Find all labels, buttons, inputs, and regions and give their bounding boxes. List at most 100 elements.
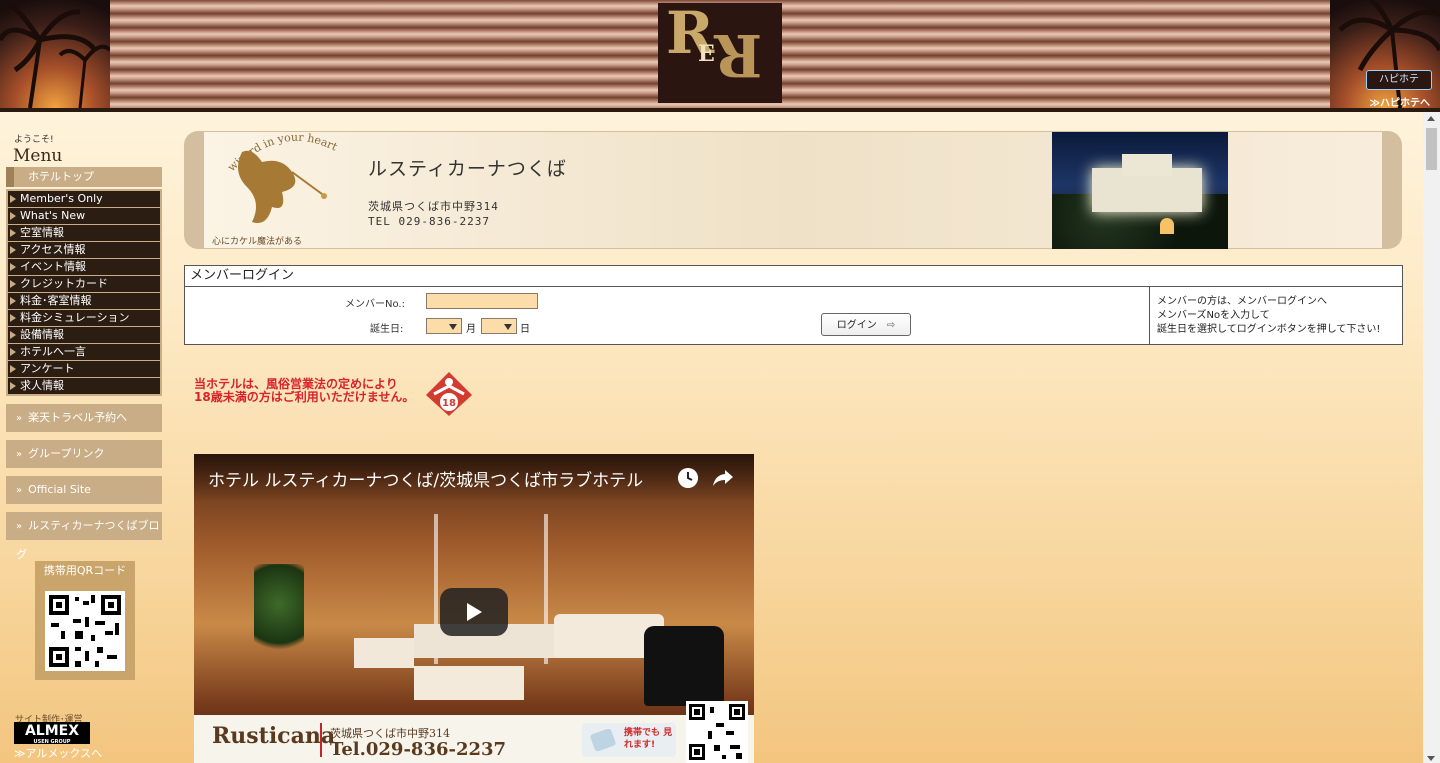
photo-building-top [1122, 154, 1172, 176]
scroll-down-icon[interactable] [1427, 756, 1435, 761]
sidebar-item-jobs[interactable]: 求人情報 [8, 378, 160, 394]
scroll-thumb[interactable] [1426, 128, 1437, 170]
hotel-tel: TEL 029-836-2237 [368, 215, 490, 228]
sidebar-item-label: 設備情報 [20, 328, 64, 341]
watch-later-icon[interactable] [678, 468, 698, 488]
login-note-line: メンバーズNoを入力して [1157, 310, 1270, 321]
blog-label: ルスティカーナつくばブログ [16, 519, 160, 561]
member-login-box: メンバーログイン メンバーNo.: 誕生日: 月 日 ログイン ⇨ メンバーの方は… [184, 265, 1403, 345]
sidebar-item-rooms[interactable]: 料金･客室情報 [8, 293, 160, 310]
sidebar-item-members-only[interactable]: Member's Only [8, 191, 160, 208]
play-button[interactable] [440, 588, 508, 636]
almex-logo-sub: USEN GROUP [33, 739, 71, 745]
palm-tree-right-icon [1338, 0, 1440, 108]
member-no-label: メンバーNo.: [345, 299, 405, 310]
arrow-right-icon [10, 348, 16, 356]
video-footer-tel: Tel.029-836-2237 [330, 739, 507, 760]
sidebar-hotel-top[interactable]: ホテルトップ [6, 167, 162, 187]
rakuten-travel-button[interactable]: » 楽天トラベル予約へ [6, 404, 162, 432]
login-note-line: 誕生日を選択してログインボタンを押して下さい! [1157, 324, 1381, 335]
double-chevron-icon: » [16, 485, 23, 496]
sidebar-item-message[interactable]: ホテルへ一言 [8, 344, 160, 361]
sidebar-item-label: クレジットカード [20, 277, 108, 290]
dropdown-arrow-icon [449, 324, 457, 330]
qr-label: 携帯用QRコード [43, 564, 127, 577]
logo-caption: 心にカケル魔法がある [212, 237, 303, 247]
double-chevron-icon: » [16, 413, 23, 424]
youtube-video-player[interactable]: ホテル ルスティカーナつくば/茨城県つくば市ラブホテル Rusticana 茨城… [194, 454, 754, 763]
double-chevron-icon: » [16, 521, 23, 532]
login-heading: メンバーログイン [185, 266, 1402, 287]
birthday-label: 誕生日: [370, 324, 404, 335]
arrow-right-icon [10, 229, 16, 237]
video-footer-banner: Rusticana 茨城県つくば市中野314 Tel.029-836-2237 … [194, 701, 754, 763]
page-scrollbar[interactable] [1423, 112, 1440, 763]
age-warning: 当ホテルは、風俗営業法の定めにより 18歳未満の方はご利用いただけません。 [194, 378, 414, 404]
arrow-right-icon: ⇨ [886, 320, 896, 331]
day-label: 日 [520, 324, 530, 335]
arrow-right-icon [10, 280, 16, 288]
happyhotel-link[interactable]: ≫ハピホテへ [1370, 94, 1430, 108]
member-no-input[interactable] [426, 293, 538, 309]
palm-tree-left-icon [0, 2, 110, 108]
sidebar-item-events[interactable]: イベント情報 [8, 259, 160, 276]
video-footer-mobile-text: 携帯でも 見れます! [624, 728, 673, 750]
official-site-button[interactable]: » Official Site [6, 476, 162, 504]
hotel-banner: wizard in your heart 心にカケル魔法がある ルスティカーナつ… [184, 131, 1402, 249]
sidebar-item-vacancy[interactable]: 空室情報 [8, 225, 160, 242]
sidebar-item-label: アンケート [20, 362, 75, 375]
happyhotel-badge[interactable]: ハピホテ [1366, 70, 1432, 90]
arrow-right-icon [10, 195, 16, 203]
age-warning-line2: 18歳未満の方はご利用いただけません。 [194, 390, 415, 404]
login-button[interactable]: ログイン ⇨ [821, 313, 911, 336]
birth-month-select[interactable] [426, 318, 462, 334]
sidebar-item-label: イベント情報 [20, 260, 86, 273]
sidebar-item-price-simulation[interactable]: 料金シミュレーション [8, 310, 160, 327]
happyhotel-badge-label: ハピホテ [1366, 70, 1432, 90]
almex-link[interactable]: ≫アルメックスへ [14, 745, 102, 761]
video-massage-chair [644, 626, 724, 706]
sidebar-item-survey[interactable]: アンケート [8, 361, 160, 378]
login-body: メンバーNo.: 誕生日: 月 日 ログイン ⇨ メンバーの方は、メンバーログイン… [185, 287, 1402, 344]
arrow-right-icon [10, 246, 16, 254]
sidebar: ようこそ! Menu ホテルトップ Member's Only What's N… [6, 132, 164, 760]
sidebar-item-label: 求人情報 [20, 379, 64, 392]
arrow-right-icon [10, 263, 16, 271]
video-footer-logo: Rusticana [212, 723, 336, 749]
video-footer-mobile-badge: 携帯でも 見れます! [582, 723, 676, 757]
age-badge-text: 18 [442, 398, 456, 409]
group-link-button[interactable]: » グループリンク [6, 440, 162, 468]
sidebar-item-whats-new[interactable]: What's New [8, 208, 160, 225]
double-chevron-icon: » [16, 449, 23, 460]
arrow-right-icon [10, 331, 16, 339]
mobile-qr-box: 携帯用QRコード [35, 561, 135, 680]
scroll-up-icon[interactable] [1427, 116, 1435, 121]
arrow-right-icon [10, 382, 16, 390]
share-icon[interactable] [712, 468, 734, 488]
almex-logo[interactable]: ALMEX USEN GROUP [14, 722, 90, 745]
logo-letter-3: E [698, 41, 715, 67]
sidebar-item-label: アクセス情報 [20, 243, 86, 256]
site-header: R R E ハピホテ ≫ハピホテへ [0, 0, 1440, 112]
rakuten-travel-label: 楽天トラベル予約へ [28, 411, 128, 424]
sidebar-item-credit-card[interactable]: クレジットカード [8, 276, 160, 293]
arrow-right-icon [10, 365, 16, 373]
sidebar-item-label: 料金･客室情報 [20, 294, 92, 307]
blog-button[interactable]: » ルスティカーナつくばブログ [6, 512, 162, 561]
video-stool [354, 638, 414, 668]
hotel-logo[interactable]: R R E [658, 3, 782, 103]
qr-code-icon [45, 591, 125, 671]
sidebar-item-access[interactable]: アクセス情報 [8, 242, 160, 259]
birth-day-select[interactable] [481, 318, 517, 334]
video-title[interactable]: ホテル ルスティカーナつくば/茨城県つくば市ラブホテル [208, 466, 658, 491]
almex-logo-text: ALMEX [24, 723, 80, 739]
sidebar-item-label: 料金シミュレーション [20, 311, 130, 324]
login-note-line: メンバーの方は、メンバーログインへ [1157, 296, 1327, 307]
phone-icon [590, 729, 616, 751]
welcome-text: ようこそ! [14, 135, 54, 145]
video-footer-divider [320, 723, 322, 757]
sidebar-item-facilities[interactable]: 設備情報 [8, 327, 160, 344]
hotel-address: 茨城県つくば市中野314 [368, 200, 499, 213]
group-link-label: グループリンク [28, 447, 105, 460]
sidebar-item-label: 空室情報 [20, 226, 64, 239]
